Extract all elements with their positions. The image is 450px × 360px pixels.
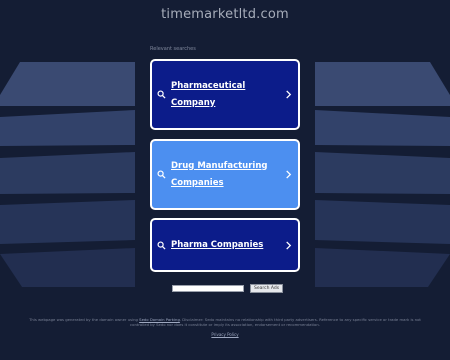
search-form: Search Ads [172, 284, 284, 293]
search-icon [157, 90, 169, 99]
related-searches-label: Relevant searches [150, 46, 196, 52]
domain-title: timemarketltd.com [161, 7, 289, 22]
search-icon [157, 240, 169, 250]
disclaimer-text: This webpage was generated by the domain… [29, 317, 421, 327]
chevron-right-icon [281, 170, 295, 179]
search-card-pharmaceutical-company[interactable]: Pharmaceutical Company [150, 59, 300, 130]
privacy-policy-link[interactable]: Privacy Policy [0, 332, 450, 337]
search-input[interactable] [172, 285, 244, 292]
search-card-drug-manufacturing-companies[interactable]: Drug Manufacturing Companies [150, 139, 300, 210]
chevron-right-icon [281, 240, 295, 250]
search-card-pharma-companies[interactable]: Pharma Companies [150, 218, 300, 272]
search-ads-button[interactable]: Search Ads [250, 284, 284, 293]
search-card-label: Drug Manufacturing Companies [171, 160, 268, 188]
chevron-right-icon [281, 90, 295, 99]
search-card-label: Pharma Companies [171, 239, 264, 250]
search-card-label: Pharmaceutical Company [171, 80, 246, 108]
search-icon [157, 170, 169, 179]
